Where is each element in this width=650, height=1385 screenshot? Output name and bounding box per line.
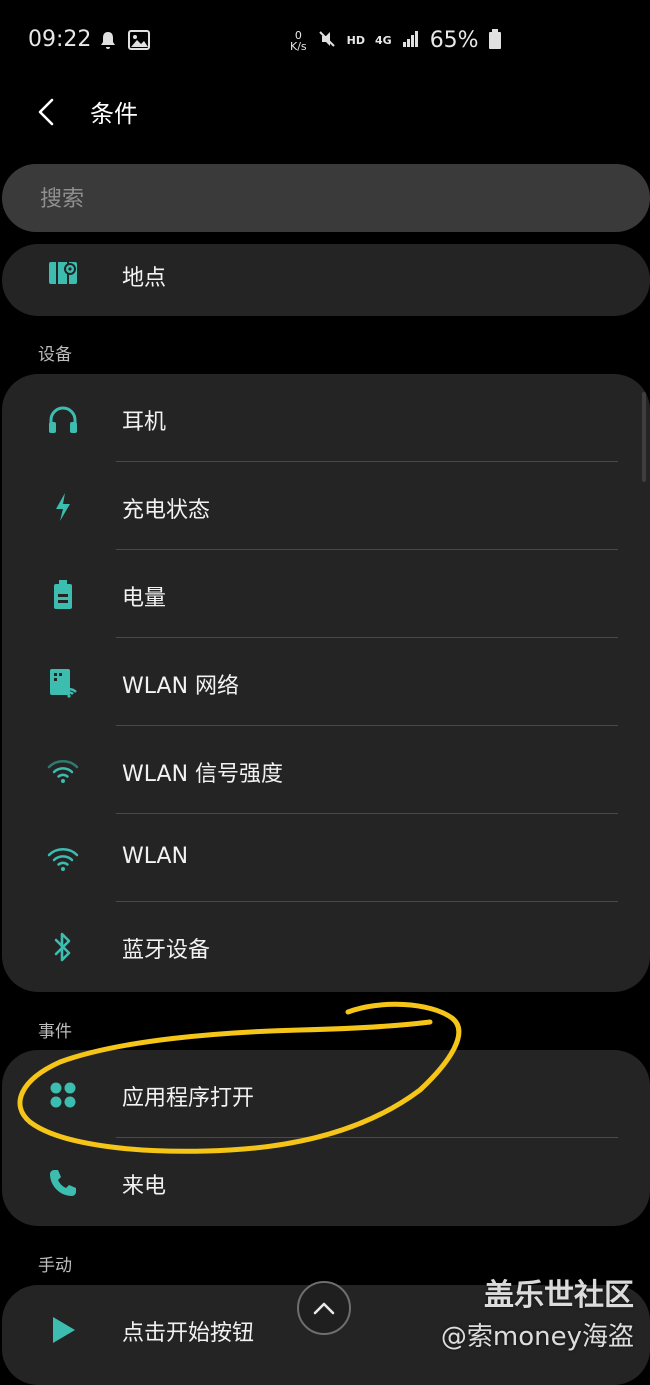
list-item-label: WLAN 网络	[122, 674, 240, 699]
play-icon	[46, 1313, 80, 1347]
map-pin-icon	[46, 256, 80, 290]
event-card: 应用程序打开 来电	[2, 1050, 650, 1226]
list-item-label: WLAN	[122, 844, 189, 869]
bluetooth-icon	[46, 930, 80, 964]
notification-icon	[98, 30, 118, 56]
status-time: 09:22	[28, 27, 92, 52]
list-item-wlan[interactable]: WLAN	[2, 814, 650, 902]
scroll-to-top-button[interactable]	[297, 1281, 351, 1335]
list-item-label: WLAN 信号强度	[122, 762, 284, 787]
mute-icon	[317, 29, 337, 52]
net-speed: 0 K/s	[290, 28, 307, 53]
wlan-network-icon	[46, 666, 80, 700]
battery-icon	[46, 578, 80, 612]
list-item-label: 电量	[122, 586, 167, 611]
lightning-icon	[46, 490, 80, 524]
scrollbar[interactable]	[642, 392, 646, 482]
list-item-bluetooth[interactable]: 蓝牙设备	[2, 902, 650, 990]
battery-percent: 65%	[429, 28, 479, 53]
watermark-title: 盖乐世社区	[484, 1278, 634, 1313]
section-header-device: 设备	[38, 345, 72, 365]
app-header: 条件	[0, 80, 650, 150]
headphones-icon	[46, 402, 80, 436]
network-label: 4G	[375, 34, 392, 47]
chevron-left-icon	[38, 98, 54, 126]
device-card: 耳机 充电状态 电量 WLAN 网络 WLAN 信号强度 WLAN 蓝牙设备	[2, 374, 650, 992]
search-bar[interactable]	[2, 164, 650, 232]
list-item-label: 充电状态	[122, 498, 211, 523]
status-bar: 09:22 0 K/s HD 4G 65%	[0, 0, 650, 80]
section-header-manual: 手动	[38, 1256, 72, 1276]
watermark-credit: @索money海盗	[440, 1322, 634, 1352]
list-item-battery-level[interactable]: 电量	[2, 550, 650, 638]
signal-icon	[402, 30, 420, 51]
hd-label: HD	[346, 34, 365, 47]
apps-icon	[46, 1078, 80, 1112]
list-item-label: 点击开始按钮	[122, 1321, 255, 1346]
list-item-charging[interactable]: 充电状态	[2, 462, 650, 550]
list-item-label: 来电	[122, 1174, 167, 1199]
list-item-incoming-call[interactable]: 来电	[2, 1138, 650, 1226]
gallery-icon	[128, 30, 150, 56]
list-item-label: 应用程序打开	[122, 1086, 255, 1111]
list-item-location[interactable]: 地点	[2, 244, 650, 316]
back-button[interactable]	[26, 92, 66, 132]
list-item-wlan-signal[interactable]: WLAN 信号强度	[2, 726, 650, 814]
list-item-label: 蓝牙设备	[122, 938, 211, 963]
list-item-wlan-network[interactable]: WLAN 网络	[2, 638, 650, 726]
list-item-app-open[interactable]: 应用程序打开	[2, 1050, 650, 1138]
list-item-headphones[interactable]: 耳机	[2, 374, 650, 462]
section-header-event: 事件	[38, 1022, 72, 1042]
chevron-up-icon	[313, 1302, 335, 1315]
list-item-label: 地点	[122, 266, 167, 291]
phone-icon	[46, 1166, 80, 1200]
list-item-label: 耳机	[122, 410, 167, 435]
search-input[interactable]	[38, 182, 602, 216]
wifi-icon	[46, 842, 80, 876]
wifi-signal-icon	[46, 754, 80, 788]
page-title: 条件	[90, 100, 138, 128]
battery-status-icon	[488, 29, 501, 52]
location-card: 地点	[2, 244, 650, 316]
